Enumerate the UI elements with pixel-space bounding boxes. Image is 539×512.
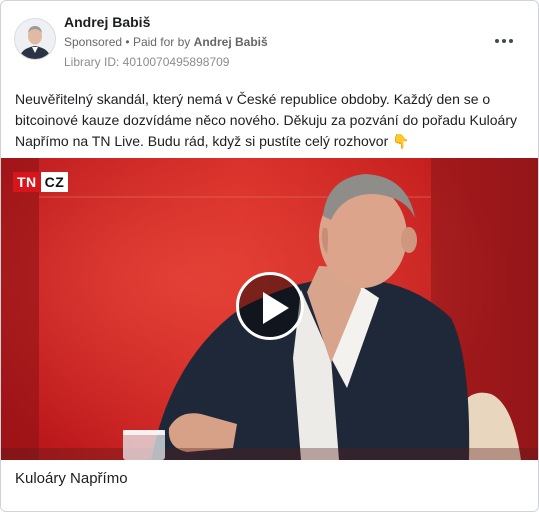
post-header: Andrej Babiš Sponsored • Paid for by And… — [1, 1, 538, 81]
more-dot — [509, 39, 513, 43]
author-avatar[interactable] — [14, 18, 56, 60]
meta-separator: • — [125, 35, 130, 49]
author-name[interactable]: Andrej Babiš — [64, 14, 150, 30]
paid-for-name[interactable]: Andrej Babiš — [194, 35, 268, 49]
play-button[interactable] — [236, 272, 304, 340]
post-text: Neuvěřitelný skandál, který nemá v České… — [15, 91, 517, 149]
tn-cz-logo: TN CZ — [13, 172, 69, 192]
ad-card: Andrej Babiš Sponsored • Paid for by And… — [0, 0, 539, 512]
logo-cz: CZ — [40, 172, 69, 192]
more-dot — [495, 39, 499, 43]
more-options-button[interactable] — [494, 31, 516, 51]
library-id: Library ID: 4010070495898709 — [64, 55, 230, 69]
sponsored-label: Sponsored — [64, 35, 123, 49]
logo-tn: TN — [13, 172, 41, 192]
avatar-portrait-icon — [15, 19, 55, 59]
link-footer[interactable]: Kuloáry Napřímo — [1, 460, 538, 511]
video-player[interactable]: TN CZ — [1, 158, 538, 460]
video-caption[interactable]: Kuloáry Napřímo — [15, 470, 128, 487]
play-icon — [263, 292, 289, 324]
sponsor-line: Sponsored • Paid for by Andrej Babiš — [64, 35, 268, 49]
more-dot — [502, 39, 506, 43]
paid-for-prefix: Paid for by — [132, 35, 191, 49]
